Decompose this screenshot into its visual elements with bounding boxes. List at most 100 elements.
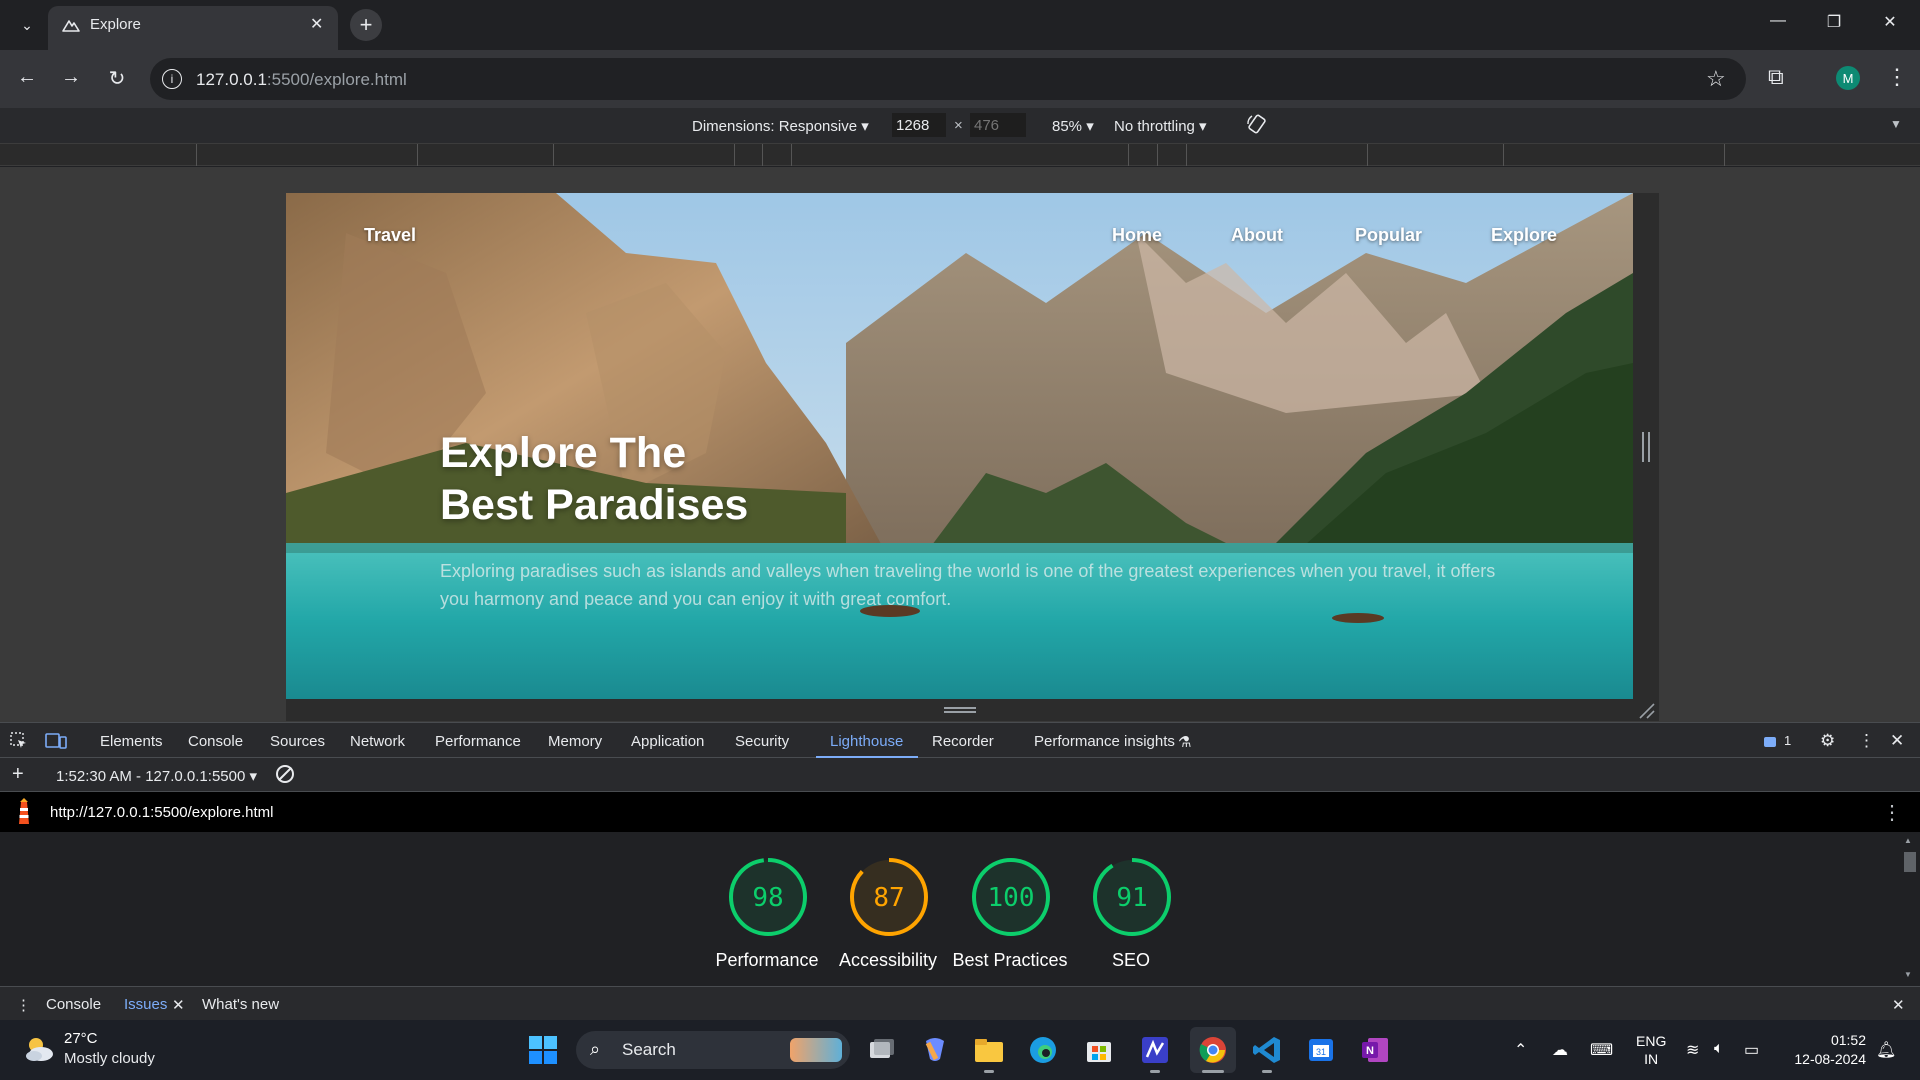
notification-bell-icon[interactable]: 🔔︎	[1876, 1040, 1896, 1060]
height-input[interactable]	[970, 113, 1026, 137]
file-explorer-icon[interactable]	[972, 1033, 1006, 1067]
taskbar-search-label[interactable]: Search	[622, 1040, 676, 1060]
device-toolbar-toggle-icon[interactable]	[45, 732, 67, 750]
chrome-icon[interactable]	[1196, 1033, 1230, 1067]
onedrive-cloud-icon[interactable]: ☁	[1552, 1040, 1568, 1060]
new-tab-icon[interactable]: +	[350, 9, 382, 41]
nav-link-explore[interactable]: Explore	[1491, 225, 1557, 246]
gauge-label: Best Practices	[952, 950, 1068, 970]
report-select[interactable]: 1:52:30 AM - 127.0.0.1:5500 ▾	[56, 767, 257, 785]
extensions-puzzle-icon[interactable]: ⧉	[1768, 64, 1784, 90]
scroll-down-icon[interactable]: ▼	[1904, 970, 1912, 979]
back-icon[interactable]: ←	[14, 66, 40, 89]
forward-icon[interactable]: →	[58, 66, 84, 89]
restore-icon[interactable]: ❐	[1822, 12, 1846, 32]
devtools-menu-icon[interactable]: ⋮	[1858, 731, 1875, 751]
show-hidden-icons-chevron-icon[interactable]: ⌃	[1514, 1040, 1527, 1060]
resize-grip-bottom-icon[interactable]	[944, 707, 976, 713]
settings-gear-icon[interactable]: ⚙	[1820, 731, 1835, 751]
report-more-icon[interactable]: ⋮	[1882, 800, 1902, 825]
onenote-icon[interactable]: N	[1358, 1033, 1392, 1067]
flask-icon: ⚗	[1178, 734, 1192, 751]
drawer-menu-icon[interactable]: ⋮	[16, 996, 31, 1014]
width-input[interactable]	[892, 113, 946, 137]
drawer-tab-issues[interactable]: Issues	[124, 996, 167, 1013]
device-toolbar-more-icon[interactable]: ▼	[1890, 117, 1902, 131]
vscode-icon[interactable]	[1250, 1033, 1284, 1067]
inspect-element-icon[interactable]	[10, 732, 28, 750]
report-url[interactable]: http://127.0.0.1:5500/explore.html	[50, 804, 273, 821]
score-gauge-performance[interactable]: 98	[727, 856, 809, 938]
nav-link-popular[interactable]: Popular	[1355, 225, 1422, 246]
app-running-indicator	[1262, 1070, 1272, 1073]
tab-recorder[interactable]: Recorder	[932, 733, 994, 750]
dimensions-select[interactable]: Dimensions: Responsive ▾	[692, 117, 869, 135]
bookmark-star-icon[interactable]: ☆	[1706, 66, 1726, 92]
battery-icon[interactable]: ▭	[1744, 1040, 1759, 1060]
keyboard-icon[interactable]: ⌨	[1590, 1040, 1613, 1060]
language-indicator[interactable]: ENG IN	[1636, 1032, 1666, 1068]
volume-icon[interactable]: 🔈︎	[1714, 1040, 1724, 1058]
tab-application[interactable]: Application	[631, 733, 704, 750]
wifi-icon[interactable]: ≋	[1686, 1040, 1699, 1060]
resize-grip-right-icon[interactable]	[1642, 432, 1650, 462]
tab-search-chevron-icon[interactable]: ⌄	[14, 12, 40, 38]
tab-security[interactable]: Security	[735, 733, 789, 750]
drawer-tab-whats-new[interactable]: What's new	[202, 996, 279, 1013]
microsoft-store-icon[interactable]	[1082, 1033, 1116, 1067]
score-gauge-accessibility[interactable]: 87	[848, 856, 930, 938]
new-report-icon[interactable]: +	[12, 763, 24, 786]
calendar-icon[interactable]: 31	[1304, 1033, 1338, 1067]
task-view-icon[interactable]	[864, 1033, 898, 1067]
edge-icon[interactable]	[1026, 1033, 1060, 1067]
gauge-score: 98	[752, 883, 783, 913]
issues-icon[interactable]	[1764, 737, 1776, 747]
weather-temperature[interactable]: 27°C	[64, 1030, 98, 1047]
gauge-label: SEO	[1111, 950, 1150, 970]
windows-start-icon[interactable]	[528, 1035, 558, 1065]
clock[interactable]: 01:52 12-08-2024	[1780, 1031, 1866, 1069]
site-info-icon[interactable]: i	[162, 69, 182, 89]
scroll-up-icon[interactable]: ▲	[1904, 836, 1912, 845]
tab-console[interactable]: Console	[188, 733, 243, 750]
url-text[interactable]: 127.0.0.1:5500/explore.html	[196, 70, 407, 90]
app-running-indicator	[984, 1070, 994, 1073]
tab-performance-insights[interactable]: Performance insights	[1034, 733, 1175, 750]
devtools-close-icon[interactable]: ✕	[1890, 731, 1904, 751]
issues-count[interactable]: 1	[1784, 733, 1791, 748]
drawer-tab-close-icon[interactable]: ✕	[172, 996, 185, 1014]
search-icon[interactable]: ⌕	[590, 1039, 600, 1060]
tab-elements[interactable]: Elements	[100, 733, 163, 750]
score-gauge-seo[interactable]: 91	[1091, 856, 1173, 938]
nav-link-about[interactable]: About	[1231, 225, 1283, 246]
throttling-select[interactable]: No throttling ▾	[1114, 117, 1207, 135]
drawer-tab-console[interactable]: Console	[46, 996, 101, 1013]
purple-app-icon[interactable]	[1138, 1033, 1172, 1067]
reload-icon[interactable]: ↻	[104, 66, 130, 91]
tab-memory[interactable]: Memory	[548, 733, 602, 750]
tab-performance[interactable]: Performance	[435, 733, 521, 750]
clear-reports-icon[interactable]	[276, 765, 294, 783]
scroll-thumb[interactable]	[1904, 852, 1916, 872]
weather-cloud-icon[interactable]	[22, 1032, 56, 1066]
site-brand[interactable]: Travel	[364, 225, 416, 246]
minimize-icon[interactable]: —	[1766, 12, 1790, 30]
browser-menu-icon[interactable]: ⋮	[1886, 64, 1908, 90]
resize-corner-icon[interactable]	[1638, 702, 1656, 720]
nav-link-home[interactable]: Home	[1112, 225, 1162, 246]
hero-title-line-2: Best Paradises	[440, 481, 749, 529]
media-query-ruler[interactable]	[0, 144, 1920, 166]
tab-lighthouse[interactable]: Lighthouse	[830, 733, 903, 750]
profile-avatar[interactable]: M	[1836, 66, 1860, 90]
tab-close-icon[interactable]: ✕	[310, 14, 323, 34]
drawer-close-icon[interactable]: ✕	[1892, 996, 1905, 1014]
gauge-label: Performance	[715, 950, 819, 970]
rotate-icon[interactable]	[1246, 113, 1268, 135]
tab-sources[interactable]: Sources	[270, 733, 325, 750]
zoom-select[interactable]: 85% ▾	[1052, 117, 1094, 135]
copilot-icon[interactable]	[918, 1033, 952, 1067]
score-gauge-best-practices[interactable]: 100	[970, 856, 1052, 938]
window-close-icon[interactable]: ✕	[1878, 12, 1902, 32]
weather-description[interactable]: Mostly cloudy	[64, 1050, 155, 1067]
tab-network[interactable]: Network	[350, 733, 405, 750]
